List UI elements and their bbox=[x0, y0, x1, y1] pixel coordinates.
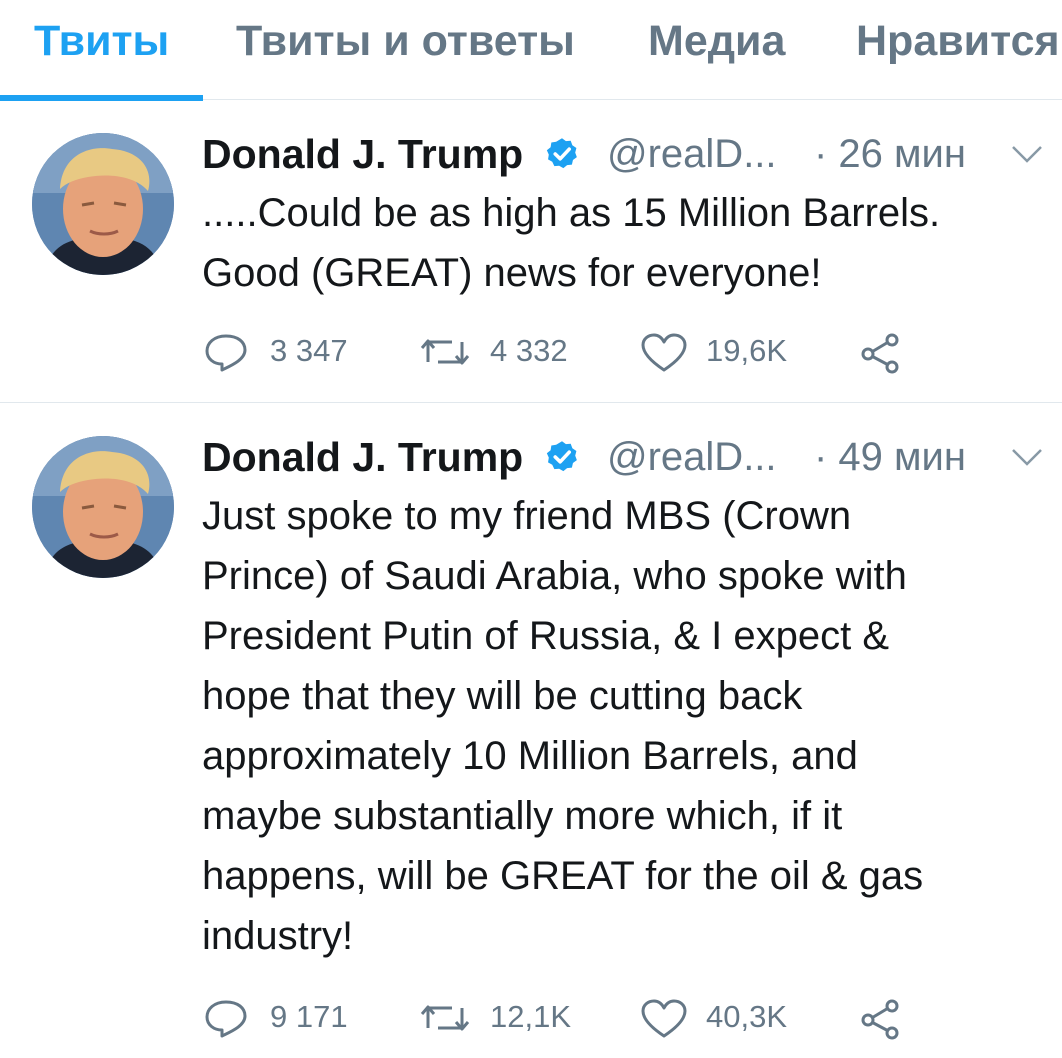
tweet-text: Just spoke to my friend MBS (Crown Princ… bbox=[202, 486, 1047, 966]
tweet-header: Donald J. Trump @realD... · 49 мин bbox=[202, 432, 1042, 482]
author-name[interactable]: Donald J. Trump bbox=[202, 129, 523, 179]
reply-count: 3 347 bbox=[270, 333, 348, 368]
avatar[interactable] bbox=[32, 436, 174, 578]
like-count: 19,6K bbox=[706, 333, 788, 368]
chevron-down-icon[interactable] bbox=[1010, 143, 1044, 165]
avatar[interactable] bbox=[32, 133, 174, 275]
tweet-text-line: .....Could be as high as 15 Million Barr… bbox=[202, 191, 941, 235]
share-icon bbox=[861, 999, 899, 1040]
tweet[interactable]: Donald J. Trump @realD... · 26 мин .....… bbox=[0, 101, 1062, 403]
tweet-actions: 3 347 4 332 19,6K bbox=[202, 328, 1042, 374]
retweet-count: 4 332 bbox=[490, 333, 568, 368]
share-icon bbox=[861, 333, 899, 374]
tweet-actions: 9 171 12,1K 40,3K bbox=[202, 994, 1042, 1040]
tweet-text-line: Prince) of Saudi Arabia, who spoke with bbox=[202, 554, 907, 598]
tweet-header: Donald J. Trump @realD... · 26 мин bbox=[202, 129, 1042, 179]
like-count: 40,3K bbox=[706, 999, 788, 1034]
heart-icon bbox=[641, 999, 687, 1038]
tab-media[interactable]: Медиа bbox=[648, 18, 785, 64]
tweet-text-line: Just spoke to my friend MBS (Crown bbox=[202, 494, 852, 538]
tab-likes[interactable]: Нравится bbox=[856, 18, 1060, 64]
reply-icon bbox=[205, 334, 247, 372]
tweet-text-line: happens, will be GREAT for the oil & gas bbox=[202, 854, 924, 898]
tweet-text-line: Good (GREAT) news for everyone! bbox=[202, 251, 822, 295]
verified-badge-icon bbox=[546, 138, 577, 169]
share-button[interactable] bbox=[858, 994, 904, 1040]
profile-tab-bar: Твиты Твиты и ответы Медиа Нравится bbox=[0, 0, 1062, 101]
author-handle[interactable]: @realD... bbox=[607, 129, 777, 179]
tweet-text-line: maybe substantially more which, if it bbox=[202, 794, 843, 838]
retweet-icon bbox=[420, 1005, 470, 1031]
tweet[interactable]: Donald J. Trump @realD... · 49 мин Just … bbox=[0, 404, 1062, 1058]
tweet-timestamp[interactable]: · 49 мин bbox=[814, 432, 966, 482]
share-button[interactable] bbox=[858, 328, 904, 374]
retweet-icon bbox=[420, 339, 470, 365]
tweet-timestamp[interactable]: · 26 мин bbox=[814, 129, 966, 179]
tweet-text-line: President Putin of Russia, & I expect & bbox=[202, 614, 890, 658]
heart-icon bbox=[641, 333, 687, 372]
reply-count: 9 171 bbox=[270, 999, 348, 1034]
author-name[interactable]: Donald J. Trump bbox=[202, 432, 523, 482]
retweet-count: 12,1K bbox=[490, 999, 572, 1034]
tweet-text-line: industry! bbox=[202, 914, 354, 958]
chevron-down-icon[interactable] bbox=[1010, 446, 1044, 468]
tab-tweets[interactable]: Твиты bbox=[34, 18, 169, 64]
tweet-text-line: hope that they will be cutting back bbox=[202, 674, 803, 718]
tab-tweets-and-replies[interactable]: Твиты и ответы bbox=[236, 18, 575, 64]
tweet-text-line: approximately 10 Million Barrels, and bbox=[202, 734, 858, 778]
author-handle[interactable]: @realD... bbox=[607, 432, 777, 482]
tweet-text: .....Could be as high as 15 Million Barr… bbox=[202, 183, 1047, 303]
reply-icon bbox=[205, 1000, 247, 1038]
verified-badge-icon bbox=[546, 441, 577, 472]
